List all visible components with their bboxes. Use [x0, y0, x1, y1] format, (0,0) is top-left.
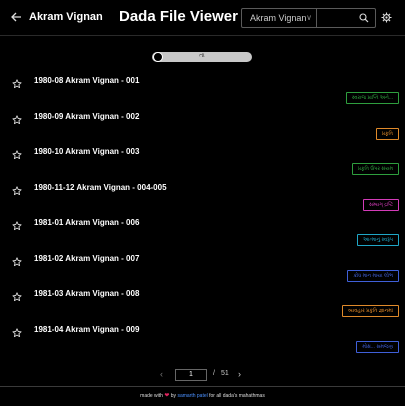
list-item[interactable]: 1980-08 Akram Vignan - 001 સ્વરાજ પ્રાપ્ત… — [0, 76, 405, 111]
arrow-left-icon[interactable] — [10, 10, 22, 24]
file-title[interactable]: 1981-02 Akram Vignan - 007 — [34, 254, 139, 263]
footer-prefix: made with — [140, 393, 163, 399]
list-item[interactable]: 1981-03 Akram Vignan - 008 વ્યવહાર પ્રકૃત… — [0, 289, 405, 324]
language-toggle[interactable]: તા — [152, 52, 252, 62]
star-icon[interactable] — [12, 218, 22, 231]
search-input[interactable] — [317, 8, 376, 28]
star-icon[interactable] — [12, 289, 22, 302]
toggle-label: તા — [199, 53, 205, 59]
list-item[interactable]: 1981-01 Akram Vignan - 006 આત્માનું સ્વરૂ… — [0, 218, 405, 253]
topic-tag[interactable]: મોક્ષ... સમજણ — [356, 340, 399, 353]
topic-tag[interactable]: પ્રકૃતિ ઉપર સંયમ — [351, 163, 399, 175]
collection-select[interactable]: Akram Vignan ∨ — [241, 8, 317, 28]
search-icon[interactable] — [359, 13, 369, 23]
star-icon[interactable] — [12, 325, 22, 337]
star-icon[interactable] — [12, 147, 22, 160]
footer: made with ❤ by samarth patel for all dad… — [0, 386, 405, 405]
page-separator: / — [213, 370, 215, 377]
chevron-down-icon: ∨ — [306, 13, 312, 22]
list-item[interactable]: 1980-09 Akram Vignan - 002 પ્રકૃતિ — [0, 112, 405, 147]
topic-tag[interactable]: ક્રોધ માન માયા લોભ — [347, 269, 399, 282]
star-icon[interactable] — [12, 254, 22, 266]
gear-icon[interactable] — [381, 12, 392, 23]
total-pages: 51 — [221, 370, 229, 377]
topic-tag[interactable]: વ્યવહાર પ્રકૃતિ જ્ઞાનમાં — [342, 305, 399, 317]
author-link[interactable]: samarth patel — [177, 393, 207, 399]
file-title[interactable]: 1980-10 Akram Vignan - 003 — [34, 147, 139, 156]
collection-select-value: Akram Vignan — [250, 13, 307, 23]
file-title[interactable]: 1980-11-12 Akram Vignan - 004-005 — [34, 183, 167, 192]
heart-icon: ❤ — [164, 393, 170, 399]
page-input[interactable]: 1 — [175, 369, 207, 381]
star-icon[interactable] — [12, 76, 22, 89]
chevron-right-icon[interactable]: › — [238, 369, 241, 379]
list-item[interactable]: 1981-04 Akram Vignan - 009 મોક્ષ... સમજણ — [0, 325, 405, 360]
header-title: Akram Vignan — [29, 11, 103, 23]
star-icon[interactable] — [12, 112, 22, 124]
list-item[interactable]: 1980-10 Akram Vignan - 003 પ્રકૃતિ ઉપર સં… — [0, 147, 405, 182]
file-title[interactable]: 1981-03 Akram Vignan - 008 — [34, 289, 139, 298]
footer-suffix: for all dada's mahathmas — [209, 393, 265, 399]
topic-tag[interactable]: સ્વરાજ પ્રાપ્તિ અને... — [345, 92, 399, 104]
topic-tag[interactable]: સમ્યગ્ દ્રષ્ટિ — [362, 198, 399, 211]
file-title[interactable]: 1980-09 Akram Vignan - 002 — [34, 112, 139, 121]
app-title: Dada File Viewer — [119, 8, 238, 25]
chevron-left-icon[interactable]: ‹ — [160, 369, 163, 379]
file-title[interactable]: 1981-01 Akram Vignan - 006 — [34, 218, 139, 227]
app-header: Akram Vignan Dada File Viewer Akram Vign… — [0, 0, 405, 36]
topic-tag[interactable]: પ્રકૃતિ — [375, 127, 399, 140]
pagination: ‹ 1 / 51 › — [0, 369, 405, 381]
star-icon[interactable] — [12, 183, 22, 195]
file-title[interactable]: 1981-04 Akram Vignan - 009 — [34, 325, 139, 334]
topic-tag[interactable]: આત્માનું સ્વરૂપ — [357, 234, 399, 246]
footer-by: by — [170, 393, 177, 399]
file-title[interactable]: 1980-08 Akram Vignan - 001 — [34, 76, 139, 85]
list-item[interactable]: 1980-11-12 Akram Vignan - 004-005 સમ્યગ્ … — [0, 183, 405, 218]
list-item[interactable]: 1981-02 Akram Vignan - 007 ક્રોધ માન માયા… — [0, 254, 405, 289]
